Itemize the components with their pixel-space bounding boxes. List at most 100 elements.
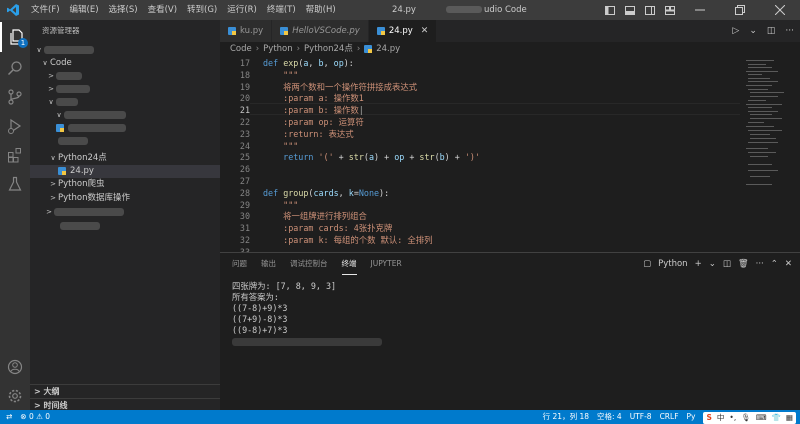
tree-item-redacted[interactable]: ∨ <box>30 44 220 57</box>
breadcrumb-item[interactable]: Code <box>230 44 252 54</box>
warning-count: 0 <box>45 412 51 421</box>
tree-item-redacted[interactable] <box>30 135 220 148</box>
tree-item-redacted[interactable] <box>30 122 220 135</box>
title-bar: 文件(F) 编辑(E) 选择(S) 查看(V) 转到(G) 运行(R) 终端(T… <box>0 0 800 20</box>
ime-chinese-mode-icon[interactable]: 中 <box>717 411 725 424</box>
extensions-icon[interactable] <box>0 140 30 170</box>
layout-secondary-icon[interactable] <box>640 0 660 20</box>
run-debug-icon[interactable] <box>0 111 30 141</box>
split-terminal-icon[interactable]: ◫ <box>723 259 731 269</box>
cursor-position[interactable]: 行 21，列 18 <box>543 410 589 424</box>
explorer-icon[interactable]: 1 <box>0 22 30 52</box>
code-line: 18 """ <box>220 70 298 82</box>
more-actions-icon[interactable]: ··· <box>756 259 764 269</box>
line-number: 31 <box>239 223 250 234</box>
menu-file[interactable]: 文件(F) <box>26 0 65 20</box>
tab-problems[interactable]: 问题 <box>232 253 247 275</box>
settings-gear-icon[interactable] <box>0 381 30 411</box>
breadcrumb-item[interactable]: Python <box>263 44 292 54</box>
terminal-line: 所有答案为: <box>232 292 279 302</box>
kill-terminal-icon[interactable]: 🗑 <box>738 259 749 269</box>
tab-24-py[interactable]: 24.py ✕ <box>368 20 438 42</box>
menu-view[interactable]: 查看(V) <box>143 0 182 20</box>
python-file-icon <box>56 123 64 132</box>
tree-item-redacted[interactable]: > <box>30 206 220 219</box>
customize-layout-icon[interactable] <box>660 0 680 20</box>
more-actions-icon[interactable]: ··· <box>785 26 794 36</box>
run-dropdown-icon[interactable]: ⌄ <box>749 26 757 36</box>
code-editor[interactable]: 17 def exp(a, b, op): 18 """ 19 将两个数和一个操作… <box>220 56 740 252</box>
close-icon[interactable]: ✕ <box>421 20 429 42</box>
explorer-sidebar: 资源管理器 ∨ ∨ Code > > ∨ ∨ ∨ Python24点 24.py >… <box>30 20 220 412</box>
testing-flask-icon[interactable] <box>0 169 30 199</box>
terminal-line: ((7-8)+9)*3 <box>232 303 288 313</box>
terminal-output[interactable]: 四张牌为: [7, 8, 9, 3] 所有答案为: ((7-8)+9)*3 ((… <box>232 281 382 347</box>
restore-icon[interactable] <box>720 0 760 20</box>
source-control-icon[interactable] <box>0 82 30 112</box>
tree-file-24py[interactable]: 24.py <box>30 165 220 178</box>
remote-icon[interactable]: ⇄ <box>6 410 12 424</box>
tree-item-redacted[interactable]: ∨ <box>30 96 220 109</box>
tab-ku-py[interactable]: ku.py <box>220 20 273 42</box>
code-line: 21 :param b: 操作数| <box>220 105 364 117</box>
tree-item-redacted[interactable]: > <box>30 83 220 96</box>
menu-selection[interactable]: 选择(S) <box>104 0 143 20</box>
tree-folder-python-crawler[interactable]: > Python爬虫 <box>30 178 220 191</box>
menu-edit[interactable]: 编辑(E) <box>65 0 104 20</box>
ime-punctuation-icon[interactable]: •, <box>729 411 736 424</box>
problems-status[interactable]: ⊗ 0 ⚠ 0 <box>20 410 50 424</box>
new-terminal-icon[interactable]: + <box>695 259 702 269</box>
skin-icon[interactable]: 👕 <box>772 411 781 424</box>
chevron-right-icon: > <box>50 180 56 188</box>
menu-go[interactable]: 转到(G) <box>182 0 222 20</box>
tab-jupyter[interactable]: JUPYTER <box>371 253 402 275</box>
menu-run[interactable]: 运行(R) <box>222 0 262 20</box>
chevron-right-icon: > <box>46 208 52 216</box>
tree-folder-label: Python数据库操作 <box>58 193 130 203</box>
end-of-line[interactable]: CRLF <box>660 410 679 424</box>
tree-folder-code[interactable]: ∨ Code <box>30 57 220 70</box>
tree-item-redacted[interactable]: > <box>30 70 220 83</box>
terminal-line-redacted <box>232 336 382 347</box>
tab-hellovscode-py[interactable]: HelloVSCode.py <box>272 20 369 42</box>
menu-help[interactable]: 帮助(H) <box>301 0 341 20</box>
encoding[interactable]: UTF-8 <box>630 410 652 424</box>
maximize-panel-icon[interactable]: ⌃ <box>771 259 778 269</box>
minimize-icon[interactable] <box>680 0 720 20</box>
keyboard-icon[interactable]: ⌨ <box>756 411 767 424</box>
outline-section[interactable]: > 大纲 <box>30 384 220 398</box>
account-icon[interactable] <box>0 352 30 382</box>
tree-item-redacted[interactable] <box>30 220 220 233</box>
breadcrumb-item[interactable]: Python24点 <box>304 44 353 54</box>
sogou-ime-icon[interactable]: S <box>706 411 711 424</box>
terminal-kind[interactable]: Python <box>658 259 687 269</box>
activity-bar: 1 <box>0 20 30 412</box>
minimap[interactable] <box>740 56 800 252</box>
tree-folder-python24[interactable]: ∨ Python24点 <box>30 152 220 165</box>
microphone-icon[interactable]: 🎙 <box>741 411 751 424</box>
search-icon[interactable] <box>0 53 30 83</box>
editor-actions: ▷ ⌄ ◫ ··· <box>732 20 794 42</box>
tab-terminal[interactable]: 终端 <box>341 253 357 275</box>
line-number: 27 <box>239 176 250 186</box>
chevron-down-icon[interactable]: ⌄ <box>709 259 716 269</box>
close-panel-icon[interactable]: ✕ <box>785 259 792 269</box>
breadcrumb-separator-icon: › <box>296 44 301 54</box>
tab-debug-console[interactable]: 调试控制台 <box>290 253 328 275</box>
close-window-icon[interactable] <box>760 0 800 20</box>
tree-item-redacted[interactable]: ∨ <box>30 109 220 122</box>
panel-actions: ▢ Python + ⌄ ◫ 🗑 ··· ⌃ ✕ <box>643 253 792 275</box>
window-controls <box>600 0 800 20</box>
menu-terminal[interactable]: 终端(T) <box>262 0 301 20</box>
toolbox-icon[interactable]: ▦ <box>786 411 793 424</box>
breadcrumb-item[interactable]: 24.py <box>376 44 400 54</box>
layout-sidebar-icon[interactable] <box>600 0 620 20</box>
layout-panel-icon[interactable] <box>620 0 640 20</box>
tab-output[interactable]: 输出 <box>261 253 276 275</box>
language-mode[interactable]: Py <box>687 410 696 424</box>
split-editor-icon[interactable]: ◫ <box>767 26 776 36</box>
run-python-file-icon[interactable]: ▷ <box>732 26 739 36</box>
code-line: 29 """ <box>220 200 298 212</box>
tree-folder-python-database[interactable]: > Python数据库操作 <box>30 192 220 205</box>
indentation[interactable]: 空格: 4 <box>597 410 622 424</box>
